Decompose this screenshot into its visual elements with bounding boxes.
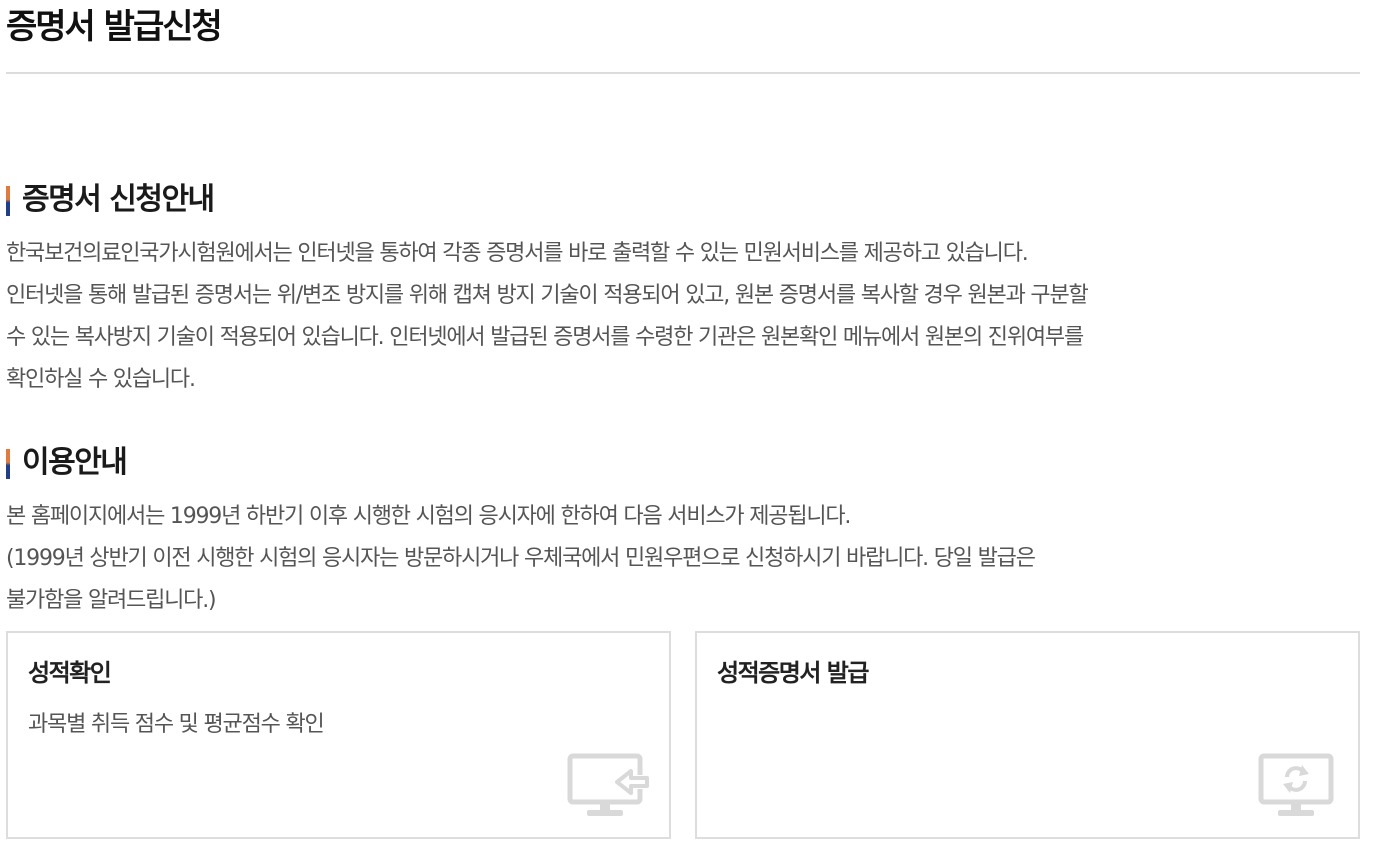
- usage-paragraph: 본 홈페이지에서는 1999년 하반기 이후 시행한 시험의 응시자에 한하여 …: [6, 496, 1360, 622]
- intro-paragraph: 한국보건의료인국가시험원에서는 인터넷을 통하여 각종 증명서를 바로 출력할 …: [6, 233, 1360, 401]
- intro-line: 수 있는 복사방지 기술이 적용되어 있습니다. 인터넷에서 발급된 증명서를 …: [6, 325, 1084, 350]
- intro-line: 한국보건의료인국가시험원에서는 인터넷을 통하여 각종 증명서를 바로 출력할 …: [6, 241, 1029, 266]
- heading-accent-bar: [6, 186, 10, 216]
- monitor-refresh-icon: [1258, 753, 1334, 816]
- section-heading-usage-text: 이용안내: [22, 445, 128, 480]
- intro-line: 확인하실 수 있습니다.: [6, 367, 196, 392]
- card-title: 성적확인: [28, 659, 112, 687]
- page-title: 증명서 발급신청: [6, 7, 223, 47]
- heading-accent-bar: [6, 449, 10, 479]
- section-heading-intro-text: 증명서 신청안내: [22, 182, 215, 217]
- section-heading-usage: 이용안내: [6, 443, 128, 483]
- section-heading-intro: 증명서 신청안내: [6, 180, 215, 220]
- monitor-arrow-icon: [567, 753, 649, 816]
- usage-line: (1999년 상반기 이전 시행한 시험의 응시자는 방문하시거나 우체국에서 …: [6, 546, 1036, 571]
- card-title: 성적증명서 발급: [717, 659, 869, 687]
- usage-line: 불가함을 알려드립니다.): [6, 588, 217, 613]
- usage-line: 본 홈페이지에서는 1999년 하반기 이후 시행한 시험의 응시자에 한하여 …: [6, 504, 851, 529]
- card-description: 과목별 취득 점수 및 평균점수 확인: [28, 712, 325, 737]
- title-divider: [6, 72, 1360, 74]
- card-score-check[interactable]: 성적확인 과목별 취득 점수 및 평균점수 확인: [6, 631, 671, 839]
- intro-line: 인터넷을 통해 발급된 증명서는 위/변조 방지를 위해 캡쳐 방지 기술이 적…: [6, 283, 1089, 308]
- card-score-certificate[interactable]: 성적증명서 발급: [695, 631, 1360, 839]
